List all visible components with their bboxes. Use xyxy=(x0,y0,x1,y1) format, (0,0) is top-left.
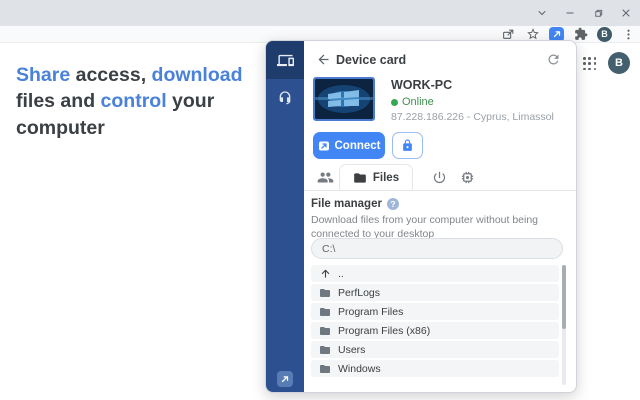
chevron-down-icon[interactable] xyxy=(534,5,550,21)
help-icon[interactable]: ? xyxy=(387,198,399,210)
headline-segment: download xyxy=(152,64,243,86)
folder-icon xyxy=(319,363,331,375)
path-input[interactable] xyxy=(311,238,563,259)
scrollbar-thumb[interactable] xyxy=(562,265,566,329)
file-row[interactable]: Program Files (x86) xyxy=(311,322,559,339)
online-dot-icon xyxy=(391,99,398,106)
sidebar-brand-logo-icon xyxy=(277,371,293,387)
headline-segment: Share xyxy=(16,64,70,86)
tab-access-users-icon[interactable] xyxy=(316,168,334,186)
file-label: PerfLogs xyxy=(338,287,380,299)
tabs-divider xyxy=(304,190,577,191)
file-label: Program Files xyxy=(338,306,403,318)
devices-icon[interactable] xyxy=(266,41,304,79)
back-arrow-icon[interactable] xyxy=(316,52,331,67)
file-row[interactable]: Windows xyxy=(311,360,559,377)
file-list: .. PerfLogs Program Files Program Files … xyxy=(311,265,559,379)
refresh-icon[interactable] xyxy=(546,52,561,67)
folder-icon xyxy=(319,306,331,318)
device-ip-location: 87.228.186.226 - Cyprus, Limassol xyxy=(391,111,554,123)
apps-grid-icon[interactable] xyxy=(583,57,597,71)
headset-icon[interactable] xyxy=(266,79,304,117)
device-thumbnail[interactable] xyxy=(313,77,375,121)
folder-icon xyxy=(319,344,331,356)
lock-icon xyxy=(401,139,414,152)
status-label: Online xyxy=(402,96,434,108)
headline-segment: control xyxy=(101,90,167,112)
maximize-icon[interactable] xyxy=(590,5,606,21)
popup-sidebar xyxy=(266,41,304,393)
folder-icon xyxy=(319,325,331,337)
file-row[interactable]: Users xyxy=(311,341,559,358)
lock-button[interactable] xyxy=(392,132,423,159)
page-headline: Share access, download files and control… xyxy=(16,62,270,141)
minimize-icon[interactable] xyxy=(562,5,578,21)
tab-system-settings-icon[interactable] xyxy=(458,168,476,186)
browser-avatar[interactable]: B xyxy=(597,27,612,42)
headline-segment: access, xyxy=(70,64,151,86)
file-label: Windows xyxy=(338,363,381,375)
device-status: Online xyxy=(391,96,434,108)
arrow-up-icon xyxy=(319,268,331,280)
tab-files[interactable]: Files xyxy=(339,164,413,191)
page-profile-avatar[interactable]: B xyxy=(608,52,630,74)
close-icon[interactable] xyxy=(618,5,634,21)
file-row[interactable]: PerfLogs xyxy=(311,284,559,301)
headline-segment: files and xyxy=(16,90,101,112)
folder-icon xyxy=(319,287,331,299)
file-manager-title: File manager ? xyxy=(311,198,399,210)
tab-files-label: Files xyxy=(373,172,399,184)
scrollbar[interactable] xyxy=(562,265,566,385)
tab-power-icon[interactable] xyxy=(430,168,448,186)
file-manager-title-text: File manager xyxy=(311,198,382,210)
extensions-puzzle-icon[interactable] xyxy=(573,27,588,42)
connect-label: Connect xyxy=(335,140,381,152)
connect-button[interactable]: Connect xyxy=(313,132,385,159)
file-row-up[interactable]: .. xyxy=(311,265,559,282)
file-label: Program Files (x86) xyxy=(338,325,430,337)
file-label: Users xyxy=(338,344,365,356)
device-name: WORK-PC xyxy=(391,78,452,92)
extension-popup: Device card WORK-PC Online xyxy=(265,40,577,393)
file-label: .. xyxy=(338,268,344,280)
window-controls xyxy=(534,0,634,26)
popup-title: Device card xyxy=(336,53,406,67)
folder-icon xyxy=(353,171,367,185)
browser-titlebar xyxy=(0,0,640,26)
screen: B Share access, download files and contr… xyxy=(0,0,640,400)
file-row[interactable]: Program Files xyxy=(311,303,559,320)
browser-menu-icon[interactable] xyxy=(621,27,636,42)
